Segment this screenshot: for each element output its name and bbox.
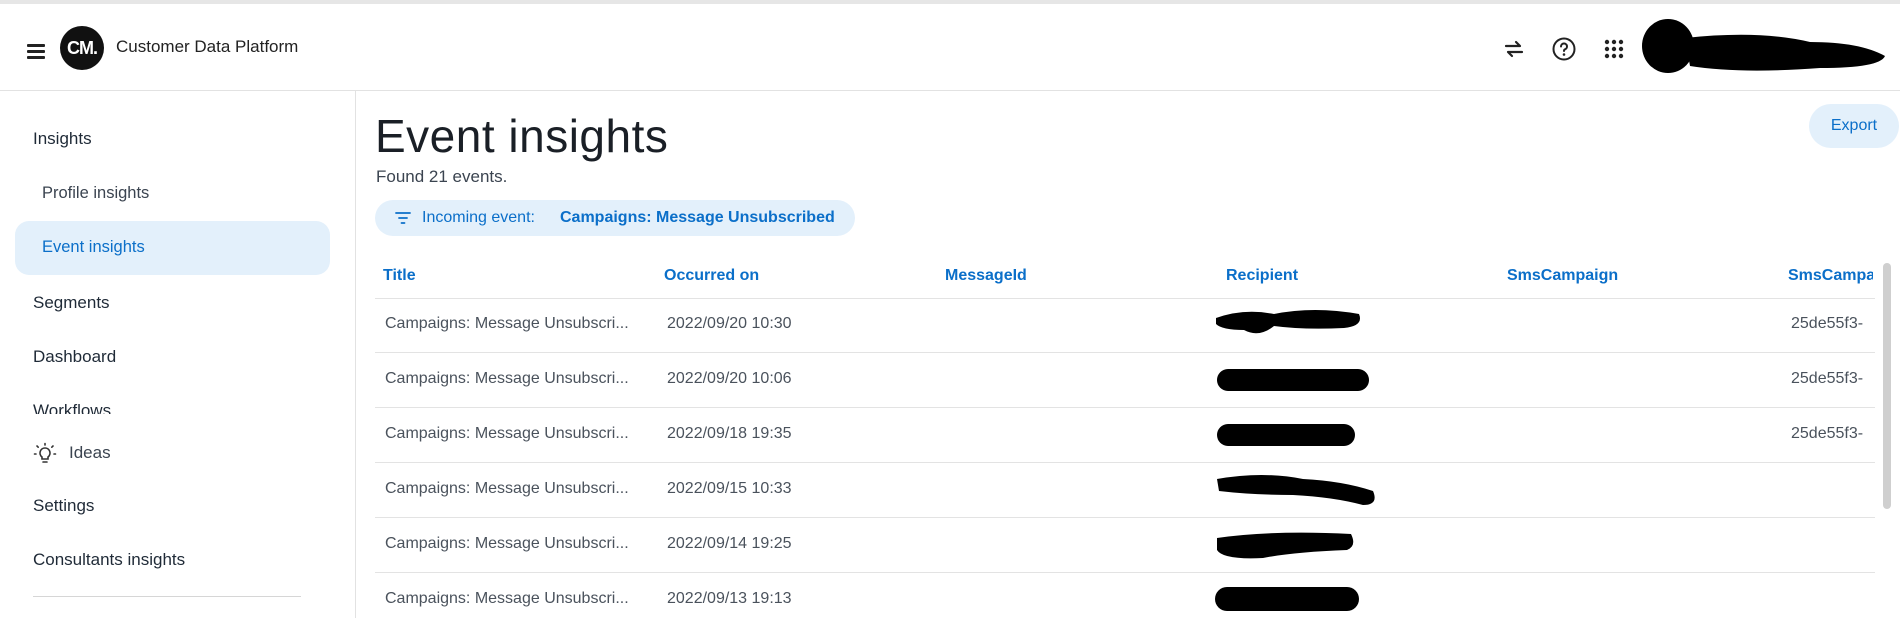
lightbulb-icon (33, 442, 57, 466)
sidebar-divider (33, 596, 301, 597)
cell-occurred-on: 2022/09/20 10:06 (667, 370, 792, 387)
cell-occurred-on: 2022/09/14 19:25 (667, 535, 792, 552)
event-count: Found 21 events. (376, 167, 508, 186)
cell-occurred-on: 2022/09/18 19:35 (667, 425, 792, 442)
help-icon[interactable] (1551, 36, 1577, 62)
sidebar-item-profile-insights[interactable]: Profile insights (42, 184, 149, 203)
app-header: CM. Customer Data Platform (0, 4, 1900, 91)
page-title: Event insights (375, 110, 669, 162)
table-row[interactable]: Campaigns: Message Unsubscri... 2022/09/… (375, 408, 1875, 463)
main-content: Event insights Found 21 events. Export I… (356, 91, 1900, 618)
apps-grid-icon[interactable] (1601, 36, 1627, 62)
column-header-messageid[interactable]: MessageId (945, 267, 1027, 285)
column-header-smscampaign[interactable]: SmsCampaign (1507, 267, 1618, 285)
cell-title: Campaigns: Message Unsubscri... (385, 315, 629, 332)
table-row[interactable]: Campaigns: Message Unsubscri... 2022/09/… (375, 518, 1875, 573)
filter-icon (395, 212, 411, 224)
table-row[interactable]: Campaigns: Message Unsubscri... 2022/09/… (375, 353, 1875, 408)
swap-icon[interactable] (1501, 36, 1527, 62)
sidebar-item-consultants-insights[interactable]: Consultants insights (33, 550, 185, 570)
sidebar: Insights Profile insights Event insights… (0, 91, 356, 618)
table-row[interactable]: Campaigns: Message Unsubscri... 2022/09/… (375, 463, 1875, 518)
column-header-smscampaign-2[interactable]: SmsCampa (1788, 267, 1873, 285)
cell-title: Campaigns: Message Unsubscri... (385, 480, 629, 497)
cell-title: Campaigns: Message Unsubscri... (385, 535, 629, 552)
sidebar-item-label: Event insights (42, 238, 145, 256)
cell-title: Campaigns: Message Unsubscri... (385, 370, 629, 387)
cell-occurred-on: 2022/09/13 19:13 (667, 590, 792, 607)
sidebar-item-segments[interactable]: Segments (33, 293, 110, 313)
table-scrollbar[interactable] (1883, 263, 1891, 509)
filter-chip[interactable]: Incoming event: Campaigns: Message Unsub… (375, 200, 855, 236)
events-table: Title Occurred on MessageId Recipient Sm… (375, 251, 1875, 618)
cell-smscampaign-2: 25de55f3- (1791, 370, 1864, 387)
sidebar-item-ideas[interactable]: Ideas (69, 443, 111, 463)
user-avatar-redacted[interactable] (1640, 16, 1890, 78)
table-row[interactable]: Campaigns: Message Unsubscri... 2022/09/… (375, 573, 1875, 618)
cell-occurred-on: 2022/09/20 10:30 (667, 315, 792, 332)
column-header-title[interactable]: Title (383, 267, 416, 285)
sidebar-item-settings[interactable]: Settings (33, 496, 94, 516)
recipient-redacted (1215, 587, 1359, 611)
column-header-occurred-on[interactable]: Occurred on (664, 267, 759, 285)
app-title: Customer Data Platform (116, 37, 299, 56)
cm-logo[interactable]: CM. (60, 26, 104, 70)
filter-label: Incoming event: (422, 209, 535, 226)
sidebar-item-dashboard[interactable]: Dashboard (33, 347, 116, 367)
cell-title: Campaigns: Message Unsubscri... (385, 425, 629, 442)
recipient-redacted (1217, 369, 1369, 391)
cell-title: Campaigns: Message Unsubscri... (385, 590, 629, 607)
cell-occurred-on: 2022/09/15 10:33 (667, 480, 792, 497)
recipient-redacted (1217, 424, 1355, 446)
cell-smscampaign-2: 25de55f3- (1791, 425, 1864, 442)
table-header: Title Occurred on MessageId Recipient Sm… (375, 251, 1875, 299)
recipient-redacted (1217, 475, 1375, 505)
export-button[interactable]: Export (1809, 104, 1899, 148)
filter-value: Campaigns: Message Unsubscribed (560, 209, 835, 226)
recipient-redacted (1217, 532, 1354, 559)
sidebar-item-insights[interactable]: Insights (33, 129, 92, 149)
sidebar-item-event-insights[interactable]: Event insights (15, 221, 330, 275)
table-row[interactable]: Campaigns: Message Unsubscri... 2022/09/… (375, 298, 1875, 353)
column-header-recipient[interactable]: Recipient (1226, 267, 1298, 285)
cell-smscampaign-2: 25de55f3- (1791, 315, 1864, 332)
menu-icon[interactable] (27, 42, 47, 59)
sidebar-item-workflows[interactable]: Workflows (33, 401, 111, 414)
recipient-redacted (1216, 310, 1360, 334)
